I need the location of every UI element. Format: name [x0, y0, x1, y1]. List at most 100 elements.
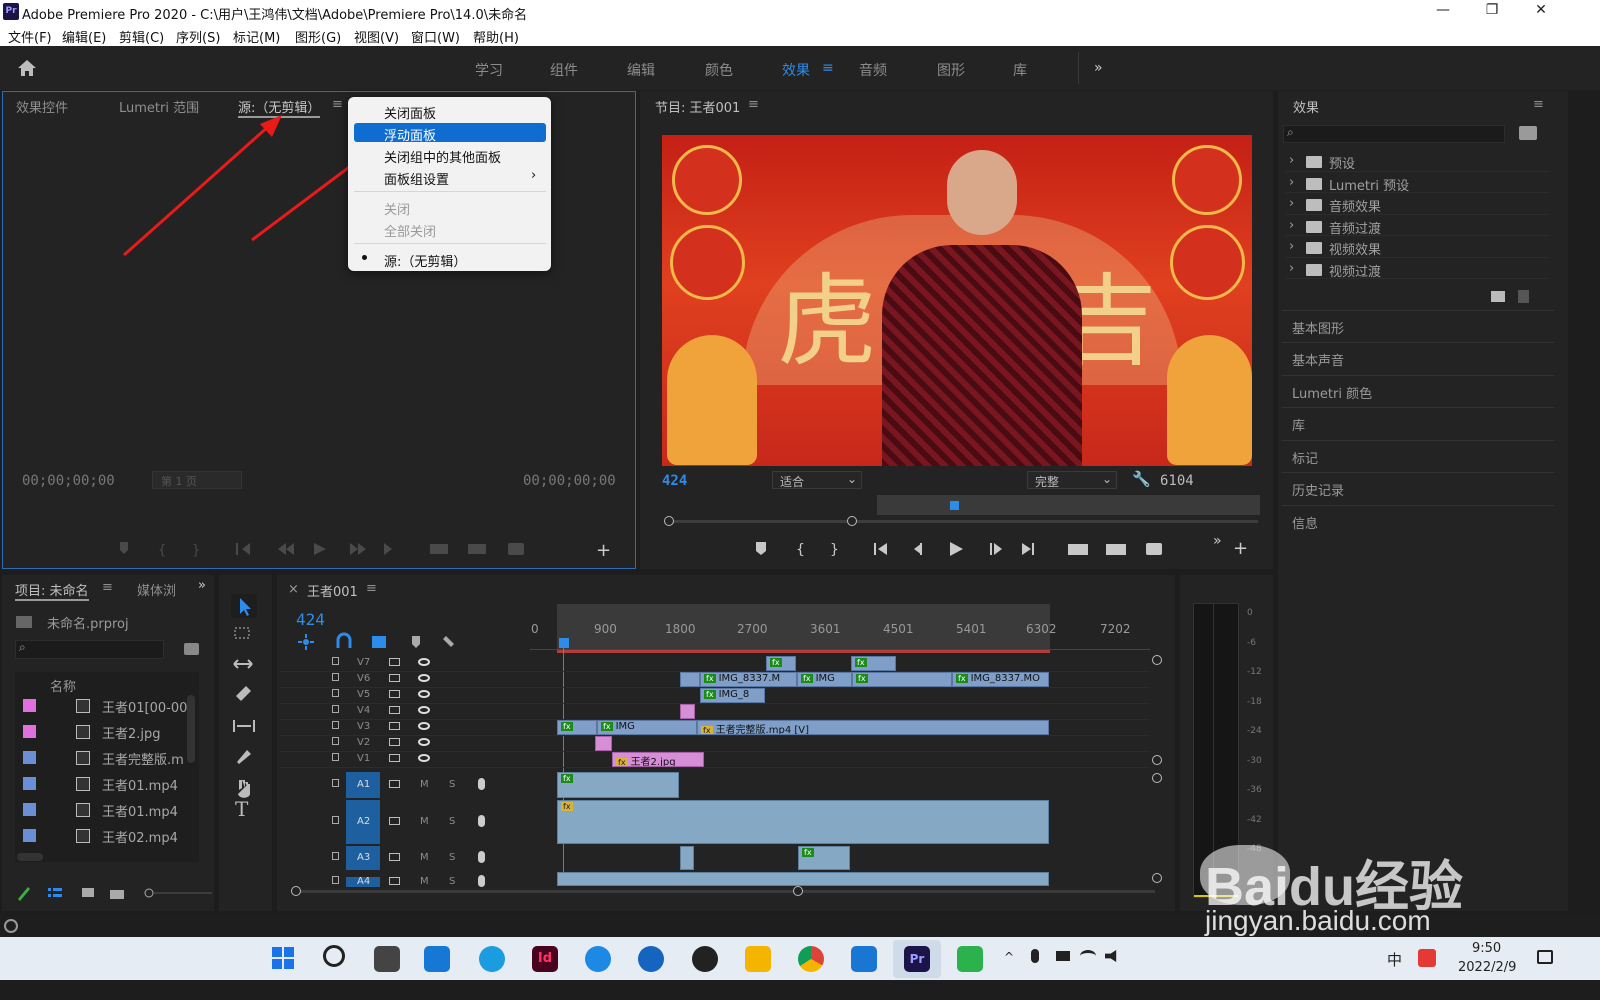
- chevron-right-icon[interactable]: ›: [1289, 261, 1294, 276]
- wifi-icon[interactable]: [1080, 950, 1096, 962]
- qq-icon[interactable]: [692, 946, 718, 972]
- workspace-learn[interactable]: 学习: [475, 60, 503, 80]
- source-transport-controls[interactable]: { }: [110, 538, 610, 560]
- sync-lock-icon[interactable]: [389, 658, 400, 666]
- eye-icon[interactable]: [418, 690, 430, 698]
- minimize-button[interactable]: —: [1433, 2, 1453, 18]
- effects-panel-title[interactable]: 效果: [1293, 97, 1319, 116]
- project-item-name[interactable]: 王者01.mp4: [102, 775, 187, 794]
- chevron-right-icon[interactable]: ›: [1289, 196, 1294, 211]
- track-label[interactable]: A4: [357, 876, 370, 887]
- tab-media-browser[interactable]: 媒体浏: [137, 580, 176, 599]
- maximize-button[interactable]: ❐: [1482, 2, 1502, 18]
- chevron-right-icon[interactable]: ›: [1289, 175, 1294, 190]
- scroll-handle-right[interactable]: [793, 886, 803, 896]
- creative-cloud-icon[interactable]: [4, 919, 18, 933]
- sync-lock-icon[interactable]: [389, 738, 400, 746]
- clip-v5[interactable]: fx IMG_8: [700, 688, 765, 703]
- menu-item-float-panel[interactable]: 浮动面板: [384, 125, 436, 144]
- sync-lock-icon[interactable]: [389, 817, 400, 825]
- source-timecode-left[interactable]: 00;00;00;00: [22, 473, 115, 489]
- clip-v3[interactable]: fx: [557, 720, 597, 735]
- program-timecode-left[interactable]: 424: [662, 473, 687, 489]
- track-label[interactable]: V7: [357, 657, 370, 668]
- track-label[interactable]: A3: [357, 852, 370, 863]
- windows-start-icon[interactable]: [272, 947, 294, 969]
- panel-history[interactable]: 历史记录: [1292, 480, 1344, 499]
- eye-icon[interactable]: [418, 738, 430, 746]
- workspace-menu-icon[interactable]: ≡: [822, 60, 834, 76]
- project-item-name[interactable]: 王者01[00-00-(: [102, 697, 187, 716]
- project-col-name[interactable]: 名称: [50, 676, 76, 695]
- panel-info[interactable]: 信息: [1292, 513, 1318, 532]
- quality-select[interactable]: 完整 ⌄: [1027, 471, 1117, 489]
- eye-icon[interactable]: [418, 658, 430, 666]
- wechat-icon[interactable]: [957, 946, 983, 972]
- clip-v2[interactable]: [595, 736, 612, 751]
- clip-v6[interactable]: fx IMG_8337.MO: [952, 672, 1049, 687]
- taskbar-time[interactable]: 9:50: [1472, 941, 1501, 956]
- lock-icon[interactable]: [332, 816, 339, 824]
- clip-v3[interactable]: fx 王者完整版.mp4 [V]: [697, 720, 1049, 735]
- mute-button[interactable]: M: [420, 779, 429, 790]
- effects-search-input[interactable]: [1283, 125, 1505, 143]
- track-label[interactable]: V5: [357, 689, 370, 700]
- indesign-icon[interactable]: Id: [532, 946, 558, 972]
- clip-a1[interactable]: fx: [557, 772, 679, 798]
- sogou-icon[interactable]: [1418, 949, 1436, 967]
- sync-lock-icon[interactable]: [389, 722, 400, 730]
- track-label[interactable]: V3: [357, 721, 370, 732]
- track-label[interactable]: V6: [357, 673, 370, 684]
- microphone-icon[interactable]: [478, 851, 485, 863]
- v-scroll-handle[interactable]: [1152, 773, 1162, 783]
- workspace-color[interactable]: 颜色: [705, 60, 733, 80]
- program-video-frame[interactable]: 虎 吉: [662, 135, 1252, 466]
- project-search-input[interactable]: [15, 640, 164, 659]
- chevron-right-icon[interactable]: ›: [1289, 218, 1294, 233]
- solo-button[interactable]: S: [449, 816, 455, 827]
- effects-item-lumetri-presets[interactable]: Lumetri 预设: [1329, 175, 1409, 194]
- workspace-effects[interactable]: 效果: [782, 60, 810, 80]
- sync-lock-icon[interactable]: [389, 853, 400, 861]
- find-icon[interactable]: [184, 643, 199, 655]
- timeline-menu-icon[interactable]: ≡: [366, 581, 377, 596]
- menu-view[interactable]: 视图(V): [354, 27, 399, 46]
- v-scroll-handle[interactable]: [1152, 655, 1162, 665]
- feishu-icon[interactable]: [585, 946, 611, 972]
- program-time-ruler[interactable]: [662, 495, 1260, 515]
- menu-item-close-other-panels[interactable]: 关闭组中的其他面板: [384, 147, 501, 166]
- project-item-name[interactable]: 王者2.jpg: [102, 723, 187, 742]
- sync-lock-icon[interactable]: [389, 754, 400, 762]
- notification-icon[interactable]: [1537, 950, 1553, 964]
- task-view-icon[interactable]: [374, 946, 400, 972]
- taskbar-date[interactable]: 2022/2/9: [1458, 960, 1516, 975]
- panel-essential-graphics[interactable]: 基本图形: [1292, 318, 1344, 337]
- menu-sequence[interactable]: 序列(S): [176, 27, 220, 46]
- tab-effect-controls[interactable]: 效果控件: [16, 97, 68, 116]
- program-panel-title[interactable]: 节目: 王者001: [655, 97, 740, 116]
- notepad-icon[interactable]: [851, 946, 877, 972]
- clip-a3[interactable]: fx: [798, 846, 850, 870]
- clip-v6[interactable]: fx IMG: [797, 672, 852, 687]
- project-panel-menu-icon[interactable]: ≡: [102, 580, 113, 595]
- track-label[interactable]: A1: [357, 779, 370, 790]
- menu-help[interactable]: 帮助(H): [473, 27, 519, 46]
- label-color-swatch[interactable]: [23, 751, 36, 764]
- clip-v6[interactable]: fx: [852, 672, 952, 687]
- ime-indicator[interactable]: 中: [1387, 949, 1402, 970]
- v-scroll-handle[interactable]: [1152, 755, 1162, 765]
- project-item-name[interactable]: 王者完整版.m: [102, 749, 187, 768]
- widgets-icon[interactable]: [424, 946, 450, 972]
- sync-lock-icon[interactable]: [389, 674, 400, 682]
- clip-a4[interactable]: [557, 872, 1049, 886]
- label-color-swatch[interactable]: [23, 803, 36, 816]
- wrench-icon[interactable]: 🔧: [1132, 470, 1151, 488]
- clip-a3[interactable]: [680, 846, 694, 870]
- program-panel-menu-icon[interactable]: ≡: [748, 97, 759, 112]
- workspace-editing[interactable]: 编辑: [627, 60, 655, 80]
- sync-lock-icon[interactable]: [389, 706, 400, 714]
- clip-v1[interactable]: fx 王者2.jpg: [612, 752, 704, 767]
- project-item-name[interactable]: 王者01.mp4: [102, 801, 187, 820]
- program-add-button-icon[interactable]: +: [1233, 538, 1248, 559]
- premiere-taskbar-icon[interactable]: Pr: [904, 946, 930, 972]
